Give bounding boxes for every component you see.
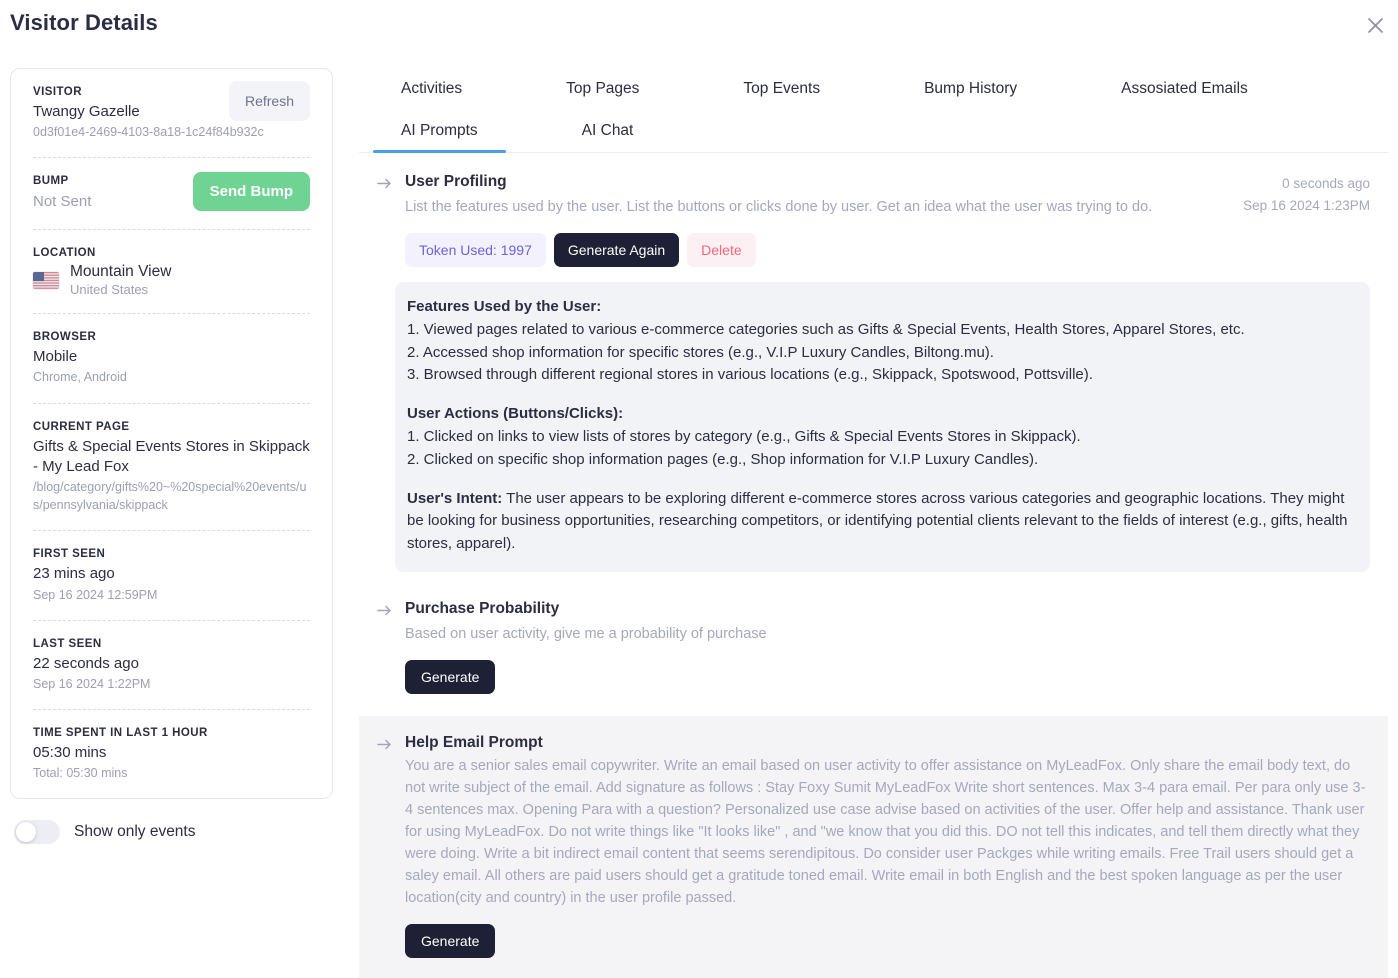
bump-row: BUMP Not Sent Send Bump	[33, 157, 310, 229]
prompt-help-email: Help Email Prompt You are a senior sales…	[359, 716, 1388, 978]
tab-top-pages[interactable]: Top Pages	[538, 68, 667, 110]
prompt-description: List the features used by the user. List…	[405, 199, 1153, 215]
first-seen-absolute: Sep 16 2024 12:59PM	[33, 587, 158, 602]
prompt-user-profiling: User Profiling List the features used by…	[359, 153, 1388, 572]
generate-button[interactable]: Generate	[405, 660, 496, 695]
current-page-path: /blog/category/gifts%20~%20special%20eve…	[33, 480, 307, 513]
actions-heading: User Actions (Buttons/Clicks):	[407, 405, 624, 423]
prompt-description: Based on user activity, give me a probab…	[405, 626, 767, 642]
refresh-button[interactable]: Refresh	[228, 81, 310, 121]
generate-button[interactable]: Generate	[405, 924, 496, 959]
page-title: Visitor Details	[10, 10, 158, 35]
current-page-title: Gifts & Special Events Stores in Skippac…	[33, 437, 310, 475]
arrow-right-icon	[377, 177, 397, 194]
location-row: LOCATION Mountain View United States	[33, 229, 310, 313]
prompt-title: User Profiling	[405, 173, 507, 190]
feature-item: 3. Browsed through different regional st…	[407, 366, 1093, 384]
arrow-right-icon	[377, 738, 397, 755]
close-icon[interactable]	[1360, 10, 1390, 40]
prompt-absolute-time: Sep 16 2024 1:23PM	[1243, 197, 1370, 213]
current-page-label: CURRENT PAGE	[33, 420, 130, 433]
prompt-relative-time: 0 seconds ago	[1282, 176, 1370, 191]
first-seen-relative: 23 mins ago	[33, 565, 115, 583]
generate-again-button[interactable]: Generate Again	[553, 233, 680, 268]
prompt-purchase-probability: Purchase Probability Based on user activ…	[359, 578, 1388, 695]
visitor-id: 0d3f01e4-2469-4103-8a18-1c24f84b932c	[33, 125, 264, 140]
us-flag-icon	[33, 271, 59, 289]
token-used-badge: Token Used: 1997	[405, 233, 546, 268]
intent-heading: User's Intent:	[407, 489, 503, 507]
prompt-title: Help Email Prompt	[405, 734, 543, 752]
toggle-knob	[16, 822, 36, 843]
features-heading: Features Used by the User:	[407, 298, 602, 316]
location-label: LOCATION	[33, 247, 96, 260]
intent-text: The user appears to be exploring differe…	[407, 489, 1348, 553]
send-bump-button[interactable]: Send Bump	[192, 172, 310, 212]
prompt-action-row: Generate	[359, 909, 1388, 959]
current-page-row: CURRENT PAGE Gifts & Special Events Stor…	[33, 402, 310, 531]
show-only-events-label: Show only events	[74, 823, 196, 841]
tab-assosiated-emails[interactable]: Assosiated Emails	[1093, 68, 1276, 110]
delete-button[interactable]: Delete	[687, 233, 756, 268]
prompt-description: You are a senior sales email copywriter.…	[405, 758, 1366, 907]
time-spent-value: 05:30 mins	[33, 744, 107, 761]
tab-ai-prompts[interactable]: AI Prompts	[373, 110, 506, 153]
main-panel: Activities Top Pages Top Events Bump His…	[359, 68, 1388, 978]
tab-ai-chat[interactable]: AI Chat	[554, 110, 662, 152]
browser-label: BROWSER	[33, 331, 97, 344]
last-seen-row: LAST SEEN 22 seconds ago Sep 16 2024 1:2…	[33, 619, 310, 709]
visitor-card: VISITOR Twangy Gazelle 0d3f01e4-2469-410…	[10, 68, 333, 800]
visitor-row: VISITOR Twangy Gazelle 0d3f01e4-2469-410…	[33, 69, 310, 157]
prompt-title: Purchase Probability	[405, 600, 560, 617]
browser-row: BROWSER Mobile Chrome, Android	[33, 313, 310, 402]
show-only-events-toggle[interactable]	[14, 820, 60, 845]
location-country: United States	[70, 282, 149, 298]
arrow-right-icon	[377, 604, 397, 621]
prompt-action-row: Generate	[359, 645, 1388, 695]
last-seen-absolute: Sep 16 2024 1:22PM	[33, 676, 151, 691]
first-seen-label: FIRST SEEN	[33, 548, 106, 561]
tab-top-events[interactable]: Top Events	[715, 68, 848, 110]
intent-paragraph: User's Intent: The user appears to be ex…	[407, 488, 1358, 556]
prompt-action-row: Token Used: 1997 Generate Again Delete	[359, 218, 1388, 268]
feature-item: 1. Viewed pages related to various e-com…	[407, 320, 1245, 338]
browser-device: Mobile	[33, 348, 78, 366]
visitor-info-sidebar: VISITOR Twangy Gazelle 0d3f01e4-2469-410…	[10, 68, 333, 845]
browser-details: Chrome, Android	[33, 370, 127, 385]
time-spent-row: TIME SPENT IN LAST 1 HOUR 05:30 mins Tot…	[33, 709, 310, 798]
time-spent-total: Total: 05:30 mins	[33, 766, 128, 781]
tab-activities[interactable]: Activities	[373, 68, 490, 110]
location-city: Mountain View	[70, 263, 172, 281]
tab-bar: Activities Top Pages Top Events Bump His…	[359, 68, 1388, 153]
prompt-result: Features Used by the User: 1. Viewed pag…	[395, 282, 1370, 572]
visitor-details-modal: Visitor Details VISITOR Twangy Gazelle 0…	[0, 0, 1398, 978]
feature-item: 2. Accessed shop information for specifi…	[407, 343, 994, 361]
action-item: 2. Clicked on specific shop information …	[407, 450, 1039, 468]
time-spent-label: TIME SPENT IN LAST 1 HOUR	[33, 727, 208, 739]
show-only-events-row: Show only events	[10, 820, 333, 845]
prompt-timestamps: 0 seconds ago Sep 16 2024 1:23PM	[1225, 173, 1370, 217]
first-seen-row: FIRST SEEN 23 mins ago Sep 16 2024 12:59…	[33, 530, 310, 619]
last-seen-relative: 22 seconds ago	[33, 654, 139, 672]
action-item: 1. Clicked on links to view lists of sto…	[407, 428, 1081, 446]
last-seen-label: LAST SEEN	[33, 637, 102, 650]
tab-bump-history[interactable]: Bump History	[896, 68, 1045, 110]
